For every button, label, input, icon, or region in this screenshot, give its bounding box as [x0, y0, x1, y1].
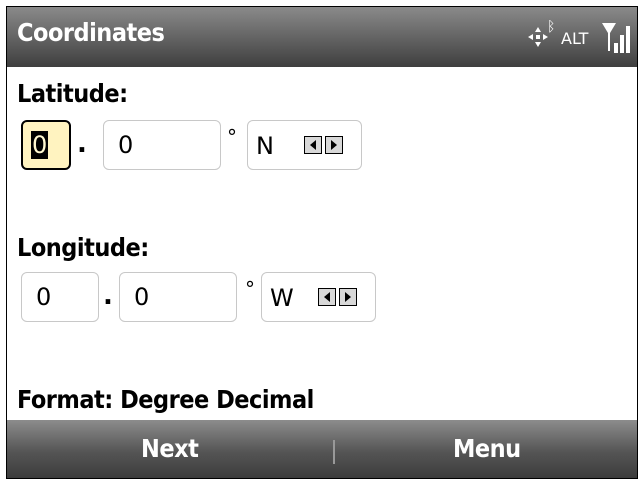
screen-title: Coordinates — [17, 18, 165, 47]
latitude-direction-arrows — [304, 136, 343, 154]
longitude-label: Longitude: — [17, 233, 149, 262]
longitude-direction-value: W — [270, 284, 294, 312]
longitude-degree-symbol: ° — [245, 277, 255, 301]
phone-screen: Coordinates ᛒ ALT Latitude: 0 . 0 ° N Lo… — [6, 6, 638, 479]
latitude-left-arrow-icon[interactable] — [304, 136, 322, 154]
network-label: ALT — [561, 29, 589, 48]
longitude-direction-picker[interactable]: W — [261, 272, 376, 322]
longitude-right-arrow-icon[interactable] — [339, 288, 357, 306]
latitude-right-arrow-icon[interactable] — [325, 136, 343, 154]
coordinates-form: Latitude: 0 . 0 ° N Longitude: 0 . 0 ° W… — [7, 67, 637, 420]
latitude-degrees-value: 0 — [31, 131, 49, 159]
format-label: Format: Degree Decimal — [17, 385, 314, 414]
gps-icon — [528, 27, 548, 47]
latitude-direction-value: N — [256, 132, 274, 160]
latitude-decimal-value: 0 — [118, 131, 134, 159]
latitude-label: Latitude: — [17, 79, 128, 108]
menu-softkey[interactable]: Menu — [453, 434, 521, 463]
longitude-direction-arrows — [318, 288, 357, 306]
latitude-separator: . — [77, 129, 87, 159]
latitude-decimal-field[interactable]: 0 — [103, 120, 221, 170]
longitude-decimal-field[interactable]: 0 — [119, 272, 237, 322]
latitude-direction-picker[interactable]: N — [247, 120, 362, 170]
latitude-degrees-field[interactable]: 0 — [21, 120, 71, 170]
longitude-degrees-field[interactable]: 0 — [21, 272, 99, 322]
longitude-degrees-value: 0 — [36, 283, 52, 311]
signal-icon — [602, 23, 630, 53]
longitude-left-arrow-icon[interactable] — [318, 288, 336, 306]
next-softkey[interactable]: Next — [141, 434, 199, 463]
longitude-separator: . — [103, 281, 113, 311]
softkey-divider — [333, 440, 335, 464]
softkey-bar: Next Menu — [7, 420, 637, 478]
title-bar: Coordinates ᛒ ALT — [7, 7, 637, 67]
bluetooth-icon: ᛒ — [547, 19, 556, 35]
longitude-decimal-value: 0 — [134, 283, 150, 311]
latitude-degree-symbol: ° — [227, 125, 237, 149]
